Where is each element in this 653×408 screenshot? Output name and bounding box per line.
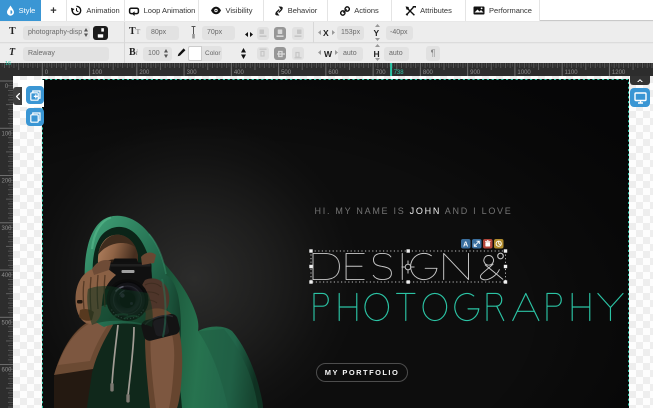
svg-text:100: 100 bbox=[1, 131, 12, 137]
svg-text:400: 400 bbox=[1, 273, 12, 279]
svg-text:1100: 1100 bbox=[565, 70, 579, 76]
svg-text:200: 200 bbox=[139, 70, 150, 76]
svg-text:1000: 1000 bbox=[517, 70, 531, 76]
svg-text:300: 300 bbox=[187, 70, 198, 76]
svg-text:400: 400 bbox=[234, 70, 245, 76]
svg-text:1200: 1200 bbox=[612, 70, 626, 76]
svg-text:0: 0 bbox=[5, 84, 9, 90]
svg-text:800: 800 bbox=[423, 70, 434, 76]
svg-text:A: A bbox=[463, 241, 468, 248]
svg-text:900: 900 bbox=[470, 70, 481, 76]
svg-text:700: 700 bbox=[376, 70, 387, 76]
svg-text:738: 738 bbox=[394, 70, 405, 76]
svg-text:600: 600 bbox=[328, 70, 339, 76]
svg-text:600: 600 bbox=[1, 368, 12, 374]
svg-text:0: 0 bbox=[45, 70, 49, 76]
svg-text:300: 300 bbox=[1, 226, 12, 232]
svg-text:100: 100 bbox=[92, 70, 103, 76]
svg-text:200: 200 bbox=[1, 179, 12, 185]
svg-text:500: 500 bbox=[281, 70, 292, 76]
svg-text:500: 500 bbox=[1, 320, 12, 326]
